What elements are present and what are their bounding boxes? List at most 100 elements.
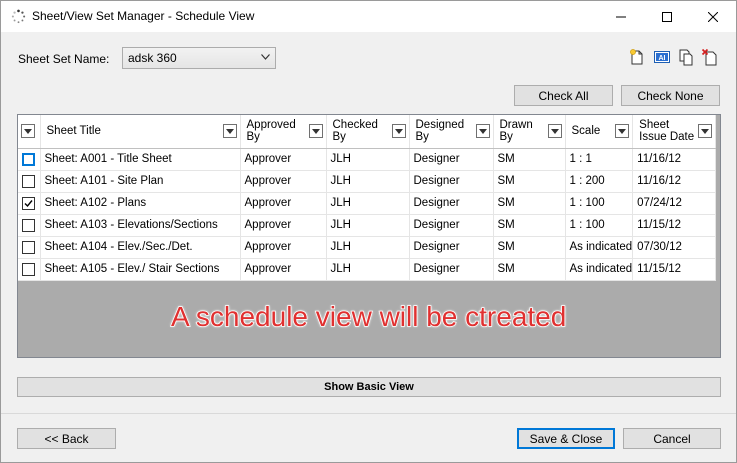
table-body: Sheet: A001 - Title Sheet Approver JLH D… <box>18 148 717 281</box>
header-scale[interactable]: Scale <box>565 115 634 149</box>
cell-issue-date: 11/15/12 <box>632 214 717 237</box>
check-all-button[interactable]: Check All <box>514 85 613 106</box>
table-row[interactable]: Sheet: A105 - Elev./ Stair Sections Appr… <box>18 258 717 281</box>
sheet-set-name-dropdown[interactable]: adsk 360 <box>122 47 276 69</box>
header-label-line2: By <box>499 131 513 144</box>
app-spinner-icon <box>11 9 26 24</box>
filter-dropdown-button[interactable] <box>615 124 630 138</box>
table-header-row: Sheet Title Approved By Checked By Desig… <box>18 115 717 149</box>
cell-designed-by: Designer <box>409 192 494 215</box>
chevron-down-icon <box>701 128 710 134</box>
chevron-down-icon <box>225 128 234 134</box>
footer-divider <box>1 413 736 414</box>
cell-designed-by: Designer <box>409 148 494 171</box>
filter-dropdown-button[interactable] <box>21 124 35 138</box>
header-label-line2: Issue Date <box>639 131 695 144</box>
filter-dropdown-button[interactable] <box>547 124 562 138</box>
cell-drawn-by: SM <box>493 148 566 171</box>
copy-icon[interactable] <box>677 48 695 66</box>
delete-icon[interactable] <box>701 48 719 66</box>
row-checkbox-cell[interactable] <box>18 192 41 215</box>
check-none-button[interactable]: Check None <box>621 85 720 106</box>
header-label-line2: By <box>246 131 260 144</box>
row-checkbox-cell[interactable] <box>18 148 41 171</box>
cell-scale: As indicated <box>565 258 634 281</box>
cell-approved-by: Approver <box>240 170 327 193</box>
cell-designed-by: Designer <box>409 170 494 193</box>
chevron-down-icon <box>261 54 270 60</box>
filter-dropdown-button[interactable] <box>391 124 406 138</box>
header-sheet-issue-date[interactable]: Sheet Issue Date <box>632 115 717 149</box>
sheet-set-name-value: adsk 360 <box>128 51 177 65</box>
filter-dropdown-button[interactable] <box>475 124 490 138</box>
sheet-set-name-label: Sheet Set Name: <box>18 52 110 66</box>
header-select-column[interactable] <box>18 115 41 149</box>
cell-sheet-title: Sheet: A104 - Elev./Sec./Det. <box>40 236 241 259</box>
cell-designed-by: Designer <box>409 236 494 259</box>
header-checked-by[interactable]: Checked By <box>326 115 410 149</box>
annotation-text: A schedule view will be ctreated <box>170 300 567 333</box>
cell-sheet-title: Sheet: A105 - Elev./ Stair Sections <box>40 258 241 281</box>
header-label-line1: Approved <box>246 119 296 132</box>
close-icon <box>708 11 718 22</box>
cell-approved-by: Approver <box>240 192 327 215</box>
row-checkbox[interactable] <box>22 262 35 276</box>
row-checkbox[interactable] <box>22 218 35 232</box>
save-close-button[interactable]: Save & Close <box>517 428 615 449</box>
filter-dropdown-button[interactable] <box>308 124 323 138</box>
cell-sheet-title: Sheet: A101 - Site Plan <box>40 170 241 193</box>
sheets-table: Sheet Title Approved By Checked By Desig… <box>18 115 717 281</box>
table-row[interactable]: Sheet: A101 - Site Plan Approver JLH Des… <box>18 170 717 193</box>
row-checkbox-cell[interactable] <box>18 236 41 259</box>
filter-dropdown-button[interactable] <box>222 124 237 138</box>
cell-drawn-by: SM <box>493 192 566 215</box>
row-checkbox[interactable] <box>22 152 35 166</box>
row-checkbox-cell[interactable] <box>18 214 41 237</box>
table-row[interactable]: Sheet: A102 - Plans Approver JLH Designe… <box>18 192 717 215</box>
chevron-down-icon <box>478 128 487 134</box>
cell-checked-by: JLH <box>326 170 410 193</box>
cell-scale: 1 : 100 <box>565 214 634 237</box>
chevron-down-icon <box>311 128 320 134</box>
header-label-line1: Drawn <box>499 119 533 132</box>
filter-dropdown-button[interactable] <box>698 124 713 138</box>
table-row[interactable]: Sheet: A104 - Elev./Sec./Det. Approver J… <box>18 236 717 259</box>
minimize-button[interactable] <box>598 1 644 32</box>
show-basic-view-button[interactable]: Show Basic View <box>17 377 721 397</box>
minimize-icon <box>616 16 626 17</box>
header-sheet-title[interactable]: Sheet Title <box>40 115 241 149</box>
close-button[interactable] <box>690 1 736 32</box>
header-designed-by[interactable]: Designed By <box>409 115 494 149</box>
cell-approved-by: Approver <box>240 148 327 171</box>
cell-issue-date: 11/16/12 <box>632 170 717 193</box>
cell-drawn-by: SM <box>493 236 566 259</box>
row-checkbox[interactable] <box>22 196 35 210</box>
table-row[interactable]: Sheet: A001 - Title Sheet Approver JLH D… <box>18 148 717 171</box>
header-label-line2: By <box>332 131 346 144</box>
text-field-icon[interactable]: AI <box>653 48 671 66</box>
back-button[interactable]: << Back <box>17 428 116 449</box>
cell-designed-by: Designer <box>409 214 494 237</box>
row-checkbox-cell[interactable] <box>18 258 41 281</box>
title-bar[interactable]: Sheet/View Set Manager - Schedule View <box>1 1 736 32</box>
maximize-icon <box>662 11 672 22</box>
table-row[interactable]: Sheet: A103 - Elevations/Sections Approv… <box>18 214 717 237</box>
row-checkbox[interactable] <box>22 240 35 254</box>
cell-scale: 1 : 200 <box>565 170 634 193</box>
cell-scale: 1 : 1 <box>565 148 634 171</box>
cell-drawn-by: SM <box>493 258 566 281</box>
header-drawn-by[interactable]: Drawn By <box>493 115 566 149</box>
cell-designed-by: Designer <box>409 258 494 281</box>
cell-approved-by: Approver <box>240 214 327 237</box>
cancel-button[interactable]: Cancel <box>623 428 721 449</box>
row-checkbox[interactable] <box>22 174 35 188</box>
row-checkbox-cell[interactable] <box>18 170 41 193</box>
maximize-button[interactable] <box>644 1 690 32</box>
cell-sheet-title: Sheet: A001 - Title Sheet <box>40 148 241 171</box>
cell-checked-by: JLH <box>326 192 410 215</box>
header-approved-by[interactable]: Approved By <box>240 115 327 149</box>
cell-checked-by: JLH <box>326 214 410 237</box>
new-sheet-icon[interactable] <box>628 48 646 66</box>
chevron-down-icon <box>618 128 627 134</box>
cell-checked-by: JLH <box>326 258 410 281</box>
